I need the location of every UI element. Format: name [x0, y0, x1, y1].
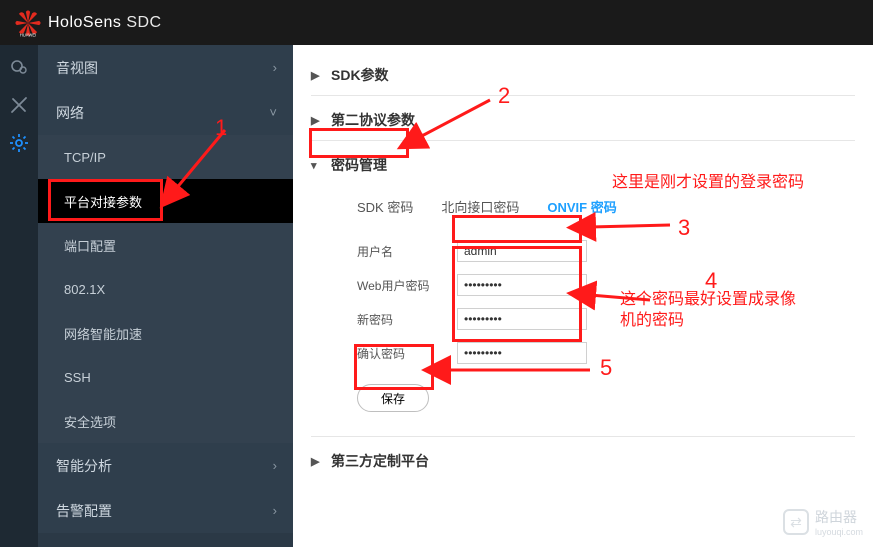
triangle-down-icon: ▾ [311, 159, 325, 172]
divider [311, 95, 855, 96]
sidebar-item-8021x[interactable]: 802.1X [38, 267, 293, 311]
nav-group-smart[interactable]: 智能分析 › [38, 443, 293, 488]
router-icon: ⇄ [783, 509, 809, 535]
section-password-mgmt[interactable]: ▾ 密码管理 [311, 147, 855, 183]
username-input[interactable] [457, 240, 587, 262]
triangle-right-icon: ▶ [311, 69, 325, 82]
section-title: SDK参数 [331, 65, 389, 85]
nav-group-label: 音视图 [56, 58, 98, 78]
icon-rail [0, 45, 38, 547]
triangle-right-icon: ▶ [311, 114, 325, 127]
label-web-pwd: Web用户密码 [357, 277, 457, 294]
sidebar-item-port-config[interactable]: 端口配置 [38, 223, 293, 267]
divider [311, 436, 855, 437]
nav-group-av[interactable]: 音视图 › [38, 45, 293, 90]
section-title: 第三方定制平台 [331, 451, 429, 471]
subnav-network: TCP/IP 平台对接参数 端口配置 802.1X 网络智能加速 SSH 安全选… [38, 135, 293, 443]
password-panel: SDK 密码 北向接口密码 ONVIF 密码 用户名 Web用户密码 新密码 [311, 183, 855, 422]
camera-icon[interactable] [9, 57, 29, 77]
section-title: 第二协议参数 [331, 110, 415, 130]
topbar: HUAWEI HoloSens SDC [0, 0, 873, 45]
tab-sdk-pwd[interactable]: SDK 密码 [357, 197, 413, 220]
sidebar-item-platform-dock[interactable]: 平台对接参数 [38, 179, 293, 223]
nav-group-label: 智能分析 [56, 456, 112, 476]
nav-group-alarm[interactable]: 告警配置 › [38, 488, 293, 533]
chevron-down-icon: ˅ [269, 105, 277, 120]
new-pwd-input[interactable] [457, 308, 587, 330]
confirm-pwd-input[interactable] [457, 342, 587, 364]
brand-name: HoloSens SDC [48, 14, 162, 32]
huawei-logo-icon: HUAWEI [14, 9, 42, 37]
divider [311, 140, 855, 141]
section-second-protocol[interactable]: ▶ 第二协议参数 [311, 102, 855, 138]
gear-icon[interactable] [9, 133, 29, 153]
watermark-sub: luyouqi.com [815, 527, 863, 537]
brand-suffix: SDC [126, 14, 161, 31]
web-pwd-input[interactable] [457, 274, 587, 296]
brand-main: HoloSens [48, 14, 121, 31]
label-username: 用户名 [357, 243, 457, 260]
section-third-party[interactable]: ▶ 第三方定制平台 [311, 443, 855, 479]
pwd-tabs: SDK 密码 北向接口密码 ONVIF 密码 [357, 197, 855, 220]
nav-group-network[interactable]: 网络 ˅ [38, 90, 293, 135]
save-button[interactable]: 保存 [357, 384, 429, 412]
sidebar-item-security[interactable]: 安全选项 [38, 399, 293, 443]
tab-north-pwd[interactable]: 北向接口密码 [441, 197, 519, 220]
brand-block: HUAWEI HoloSens SDC [14, 9, 162, 37]
nav-group-label: 网络 [56, 103, 84, 123]
main-panel: ▶ SDK参数 ▶ 第二协议参数 ▾ 密码管理 SDK 密码 北向接口密码 ON… [293, 45, 873, 547]
huawei-text: HUAWEI [20, 32, 37, 37]
sidebar: 音视图 › 网络 ˅ TCP/IP 平台对接参数 端口配置 802.1X 网络智… [38, 45, 293, 547]
chevron-right-icon: › [273, 503, 277, 518]
sidebar-item-tcpip[interactable]: TCP/IP [38, 135, 293, 179]
triangle-right-icon: ▶ [311, 455, 325, 468]
label-confirm-pwd: 确认密码 [357, 345, 457, 362]
sidebar-item-ssh[interactable]: SSH [38, 355, 293, 399]
watermark-title: 路由器 [815, 509, 857, 525]
tools-icon[interactable] [9, 95, 29, 115]
watermark: ⇄ 路由器 luyouqi.com [783, 507, 863, 537]
section-sdk-params[interactable]: ▶ SDK参数 [311, 57, 855, 93]
chevron-right-icon: › [273, 60, 277, 75]
nav-group-label: 告警配置 [56, 501, 112, 521]
pwd-form: 用户名 Web用户密码 新密码 确认密码 [357, 234, 855, 370]
tab-onvif-pwd[interactable]: ONVIF 密码 [547, 197, 616, 220]
chevron-right-icon: › [273, 458, 277, 473]
sidebar-item-net-accel[interactable]: 网络智能加速 [38, 311, 293, 355]
section-title: 密码管理 [331, 155, 387, 175]
label-new-pwd: 新密码 [357, 311, 457, 328]
